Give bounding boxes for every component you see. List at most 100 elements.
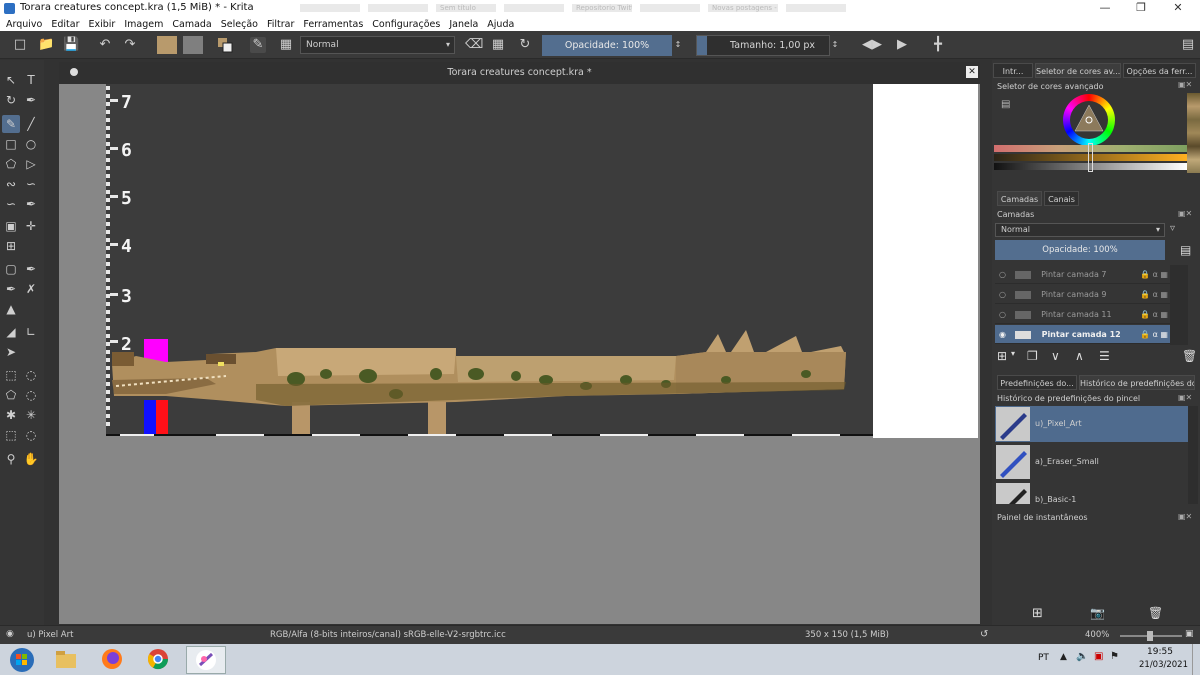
redo-icon[interactable]: ↷	[122, 37, 138, 53]
blend-mode-select[interactable]: Normal ▾	[300, 36, 455, 54]
layer-flags-icon[interactable]: 🔒 α ▦	[1140, 285, 1168, 304]
dynamic-brush-icon[interactable]: ∽	[2, 195, 20, 213]
layer-row-selected[interactable]: ◉ Pintar camada 12 🔒 α ▦	[995, 325, 1170, 344]
visibility-icon[interactable]: ○	[999, 270, 1006, 279]
rectangle-tool-icon[interactable]: □	[2, 135, 20, 153]
tab-advanced-color-selector[interactable]: Seletor de cores av...	[1035, 63, 1121, 78]
magnetic-select-icon[interactable]: ◌	[22, 426, 40, 444]
color-selector-settings-icon[interactable]: ▤	[1001, 99, 1010, 110]
assistant-tool-icon[interactable]: ◢	[2, 323, 20, 341]
menu-filtrar[interactable]: Filtrar	[267, 19, 294, 30]
layer-row[interactable]: ○ Pintar camada 9 🔒 α ▦	[995, 285, 1170, 304]
pixel-art-image[interactable]: 7 6 5 4 3 2	[106, 84, 873, 436]
file-explorer-icon[interactable]	[46, 646, 86, 674]
tab-brush-preset-history[interactable]: Histórico de predefinições do ...	[1079, 375, 1195, 390]
colorize-mask-icon[interactable]: ✒	[2, 280, 20, 298]
zoom-slider-handle[interactable]	[1147, 631, 1153, 641]
layer-properties-icon[interactable]: ☰	[1099, 349, 1110, 363]
chevron-down-icon[interactable]: ▾	[1011, 349, 1015, 358]
contiguous-select-icon[interactable]: ✱	[2, 406, 20, 424]
multibrush-icon[interactable]: ✒	[22, 195, 40, 213]
tab-channels[interactable]: Canais	[1044, 191, 1079, 206]
workspace-icon[interactable]: ▤	[1180, 37, 1196, 53]
smart-patch-icon[interactable]: ✗	[22, 280, 40, 298]
freehand-brush-icon[interactable]: ✎	[2, 115, 20, 133]
polygon-select-icon[interactable]: ⬠	[2, 386, 20, 404]
fill-pattern-swatch[interactable]	[183, 36, 203, 54]
slider-handle[interactable]	[1088, 143, 1093, 172]
layer-row[interactable]: ○ Pintar camada 11 🔒 α ▦	[995, 305, 1170, 324]
firefox-icon[interactable]	[92, 646, 132, 674]
ellipse-tool-icon[interactable]: ○	[22, 135, 40, 153]
wrap-around-icon[interactable]: ╋	[930, 37, 946, 53]
calligraphy-icon[interactable]: ✒	[22, 91, 40, 109]
volume-icon[interactable]: 🔈	[1076, 651, 1088, 662]
menu-selecao[interactable]: Seleção	[221, 19, 258, 30]
preserve-alpha-icon[interactable]: ▦	[490, 37, 506, 53]
fill-bucket-icon[interactable]: ▲	[2, 300, 20, 318]
text-tool-icon[interactable]: T	[22, 71, 40, 89]
menu-imagem[interactable]: Imagem	[124, 19, 163, 30]
start-button[interactable]	[2, 646, 42, 674]
tab-tool-options[interactable]: Opções da ferr...	[1123, 63, 1196, 78]
tab-brush-presets[interactable]: Predefinições do...	[997, 375, 1077, 390]
opacity-slider[interactable]: Opacidade: 100%	[542, 35, 672, 56]
tray-arrow-icon[interactable]: ▲	[1060, 652, 1067, 662]
panel-float-close-icon[interactable]: ▣✕	[1178, 209, 1198, 219]
color-history-strip[interactable]	[1187, 93, 1200, 173]
save-icon[interactable]: 💾	[63, 37, 79, 53]
reference-image-icon[interactable]: ➤	[2, 343, 20, 361]
mirror-horizontal-icon[interactable]: ◀▶	[862, 37, 882, 53]
eraser-mode-icon[interactable]: ⌫	[465, 37, 483, 53]
crop-tool-icon[interactable]: ⊞	[2, 237, 20, 255]
pan-tool-icon[interactable]: ✋	[22, 450, 40, 468]
freehand-path-icon[interactable]: ∽	[22, 175, 40, 193]
mirror-vertical-icon[interactable]: ▶	[894, 37, 910, 53]
close-window-button[interactable]: ✕	[1162, 0, 1194, 16]
menu-camada[interactable]: Camada	[172, 19, 211, 30]
network-icon[interactable]: ▣	[1094, 651, 1103, 662]
visibility-icon[interactable]: ○	[999, 310, 1006, 319]
menu-ferramentas[interactable]: Ferramentas	[303, 19, 363, 30]
undo-icon[interactable]: ↶	[97, 37, 113, 53]
preset-scrollbar[interactable]	[1188, 406, 1198, 504]
chrome-icon[interactable]	[138, 646, 178, 674]
clock-date[interactable]: 21/03/2021	[1139, 660, 1188, 670]
brush-preset-item[interactable]: a)_Eraser_Small	[995, 444, 1188, 480]
add-layer-icon[interactable]: ⊞	[997, 349, 1007, 363]
brush-preset-item[interactable]: b)_Basic-1	[995, 482, 1188, 504]
move-tool-icon[interactable]: ✛	[22, 217, 40, 235]
clock-time[interactable]: 19:55	[1147, 647, 1173, 657]
measure-tool-icon[interactable]: ∟	[22, 323, 40, 341]
menu-ajuda[interactable]: Ajuda	[487, 19, 514, 30]
ellipse-select-icon[interactable]: ◌	[22, 366, 40, 384]
color-wheel[interactable]	[1063, 94, 1115, 146]
duplicate-layer-icon[interactable]: ❐	[1027, 349, 1038, 363]
brush-presets-icon[interactable]: ✎	[250, 37, 266, 53]
bezier-select-icon[interactable]: ⬚	[2, 426, 20, 444]
filter-icon[interactable]: ▿	[1170, 223, 1175, 234]
layers-scrollbar[interactable]	[1170, 265, 1188, 345]
polygon-tool-icon[interactable]: ⬠	[2, 155, 20, 173]
zoom-tool-icon[interactable]: ⚲	[2, 450, 20, 468]
minimize-button[interactable]: —	[1089, 0, 1121, 16]
show-desktop-button[interactable]	[1192, 644, 1200, 675]
add-snapshot-icon[interactable]: ⊞	[1032, 606, 1043, 621]
panel-float-close-icon[interactable]: ▣✕	[1178, 512, 1198, 522]
menu-exibir[interactable]: Exibir	[89, 19, 116, 30]
delete-layer-icon[interactable]: 🗑	[1182, 349, 1197, 363]
tab-layers[interactable]: Camadas	[997, 191, 1042, 206]
panel-float-close-icon[interactable]: ▣✕	[1178, 393, 1198, 403]
notification-flag-icon[interactable]: ⚑	[1110, 651, 1119, 662]
foreground-background-color-icon[interactable]	[217, 37, 233, 53]
close-document-icon[interactable]: ✕	[966, 66, 978, 78]
layer-properties-icon[interactable]: ▤	[1180, 243, 1191, 257]
language-indicator[interactable]: PT	[1038, 653, 1049, 663]
freehand-select-icon[interactable]: ◌	[22, 386, 40, 404]
open-folder-icon[interactable]: 📁	[38, 37, 54, 53]
visibility-icon[interactable]: ◉	[999, 330, 1006, 339]
color-picker-icon[interactable]: ✒	[22, 260, 40, 278]
menu-editar[interactable]: Editar	[51, 19, 79, 30]
bezier-tool-icon[interactable]: ∾	[2, 175, 20, 193]
reload-preset-icon[interactable]: ↻	[517, 37, 533, 53]
